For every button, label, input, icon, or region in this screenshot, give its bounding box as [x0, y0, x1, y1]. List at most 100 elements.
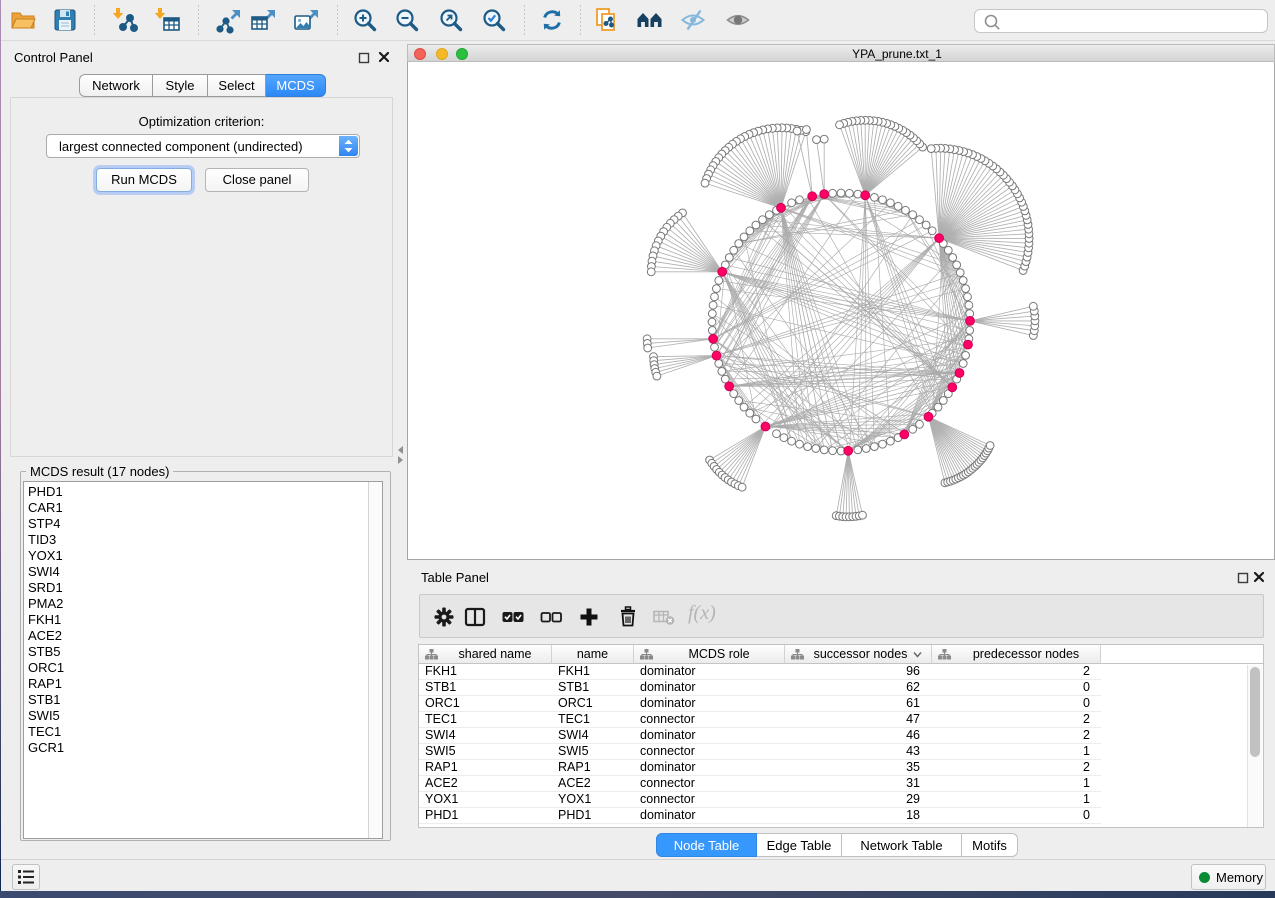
network-node[interactable] [713, 285, 721, 293]
network-node[interactable] [837, 189, 845, 197]
tab-motifs[interactable]: Motifs [962, 833, 1018, 857]
tab-edge-table[interactable]: Edge Table [757, 833, 842, 857]
mcds-result-item[interactable]: ACE2 [24, 628, 382, 644]
network-hub-node[interactable] [900, 430, 909, 439]
delete-column-icon[interactable] [615, 604, 641, 630]
network-node[interactable] [928, 227, 936, 235]
list-scrollbar[interactable] [368, 482, 382, 838]
network-hub-node[interactable] [955, 369, 964, 378]
network-node[interactable] [804, 443, 812, 451]
mcds-result-item[interactable]: PMA2 [24, 596, 382, 612]
network-node[interactable] [965, 301, 973, 309]
window-minimize-icon[interactable] [436, 48, 448, 60]
network-node[interactable] [836, 121, 844, 129]
network-node[interactable] [859, 511, 867, 519]
tab-node-table[interactable]: Node Table [656, 833, 757, 857]
network-hub-node[interactable] [861, 191, 870, 200]
network-node[interactable] [788, 437, 796, 445]
dropdown-stepper-icon[interactable] [339, 136, 358, 156]
network-hub-node[interactable] [924, 412, 933, 421]
close-panel-icon[interactable] [378, 51, 390, 63]
zoom-fit-icon[interactable] [437, 6, 465, 34]
mcds-result-item[interactable]: RAP1 [24, 676, 382, 692]
network-node[interactable] [962, 285, 970, 293]
show-graphics-details-icon[interactable] [679, 6, 707, 34]
memory-button[interactable]: Memory [1191, 864, 1266, 890]
network-hub-node[interactable] [718, 267, 727, 276]
network-node[interactable] [820, 446, 828, 454]
network-node[interactable] [796, 440, 804, 448]
network-node[interactable] [740, 233, 748, 241]
network-node[interactable] [879, 196, 887, 204]
mcds-result-item[interactable]: GCR1 [24, 740, 382, 756]
first-neighbors-icon[interactable] [636, 6, 664, 34]
table-row[interactable]: FKH1FKH1dominator962 [419, 664, 1263, 680]
network-node[interactable] [813, 136, 821, 144]
network-hub-node[interactable] [964, 340, 973, 349]
network-node[interactable] [949, 254, 957, 262]
unselect-all-icon[interactable] [538, 604, 564, 630]
table-scrollbar[interactable] [1247, 665, 1262, 827]
float-panel-icon[interactable] [358, 52, 370, 64]
select-all-icon[interactable] [500, 604, 526, 630]
network-node[interactable] [887, 437, 895, 445]
network-node[interactable] [909, 425, 917, 433]
mcds-result-item[interactable]: STB5 [24, 644, 382, 660]
network-node[interactable] [964, 293, 972, 301]
network-node[interactable] [966, 327, 974, 335]
export-table-icon[interactable] [250, 6, 278, 34]
network-node[interactable] [711, 293, 719, 301]
network-node[interactable] [959, 277, 967, 285]
network-canvas[interactable] [407, 62, 1275, 560]
network-node[interactable] [730, 390, 738, 398]
network-node[interactable] [986, 442, 994, 450]
network-node[interactable] [780, 434, 788, 442]
network-node[interactable] [803, 126, 811, 134]
network-hub-node[interactable] [712, 351, 721, 360]
import-network-icon[interactable] [111, 6, 139, 34]
delete-table-icon[interactable] [651, 604, 677, 630]
close-table-panel-icon[interactable] [1253, 571, 1265, 583]
table-row[interactable]: SWI4SWI4dominator462 [419, 728, 1263, 744]
tab-style[interactable]: Style [153, 74, 208, 97]
table-row[interactable]: SWI5SWI5connector431 [419, 744, 1263, 760]
network-node[interactable] [962, 352, 970, 360]
window-maximize-icon[interactable] [456, 48, 468, 60]
split-panel-icon[interactable] [462, 604, 488, 630]
network-node[interactable] [879, 440, 887, 448]
network-node[interactable] [746, 409, 754, 417]
network-node[interactable] [796, 196, 804, 204]
network-hub-node[interactable] [709, 334, 718, 343]
zoom-in-icon[interactable] [351, 6, 379, 34]
network-node[interactable] [871, 194, 879, 202]
table-row[interactable]: ORC1ORC1dominator610 [419, 696, 1263, 712]
tab-select[interactable]: Select [208, 74, 266, 97]
network-node[interactable] [709, 301, 717, 309]
network-node[interactable] [752, 415, 760, 423]
network-node[interactable] [793, 127, 801, 135]
network-hub-node[interactable] [948, 383, 957, 392]
column-header-shared-name[interactable]: shared name [419, 645, 552, 664]
network-node[interactable] [909, 211, 917, 219]
network-node[interactable] [759, 216, 767, 224]
network-node[interactable] [927, 145, 935, 153]
network-hub-node[interactable] [966, 317, 975, 326]
tab-network-table[interactable]: Network Table [842, 833, 962, 857]
add-column-icon[interactable] [576, 604, 602, 630]
network-node[interactable] [711, 343, 719, 351]
column-header-MCDS-role[interactable]: MCDS role [634, 645, 785, 664]
table-scrollbar-thumb[interactable] [1250, 667, 1260, 757]
table-row[interactable]: RAP1RAP1dominator352 [419, 760, 1263, 776]
network-hub-node[interactable] [761, 422, 770, 431]
column-header-predecessor-nodes[interactable]: predecessor nodes [932, 645, 1101, 664]
float-table-panel-icon[interactable] [1237, 572, 1249, 584]
network-hub-node[interactable] [725, 382, 734, 391]
tab-network[interactable]: Network [79, 74, 153, 97]
global-search-box[interactable] [974, 9, 1268, 33]
column-header-name[interactable]: name [552, 645, 634, 664]
splitter-collapse-left[interactable] [398, 446, 403, 454]
network-node[interactable] [934, 403, 942, 411]
mcds-result-item[interactable]: PHD1 [24, 484, 382, 500]
network-node[interactable] [862, 445, 870, 453]
network-node[interactable] [708, 327, 716, 335]
